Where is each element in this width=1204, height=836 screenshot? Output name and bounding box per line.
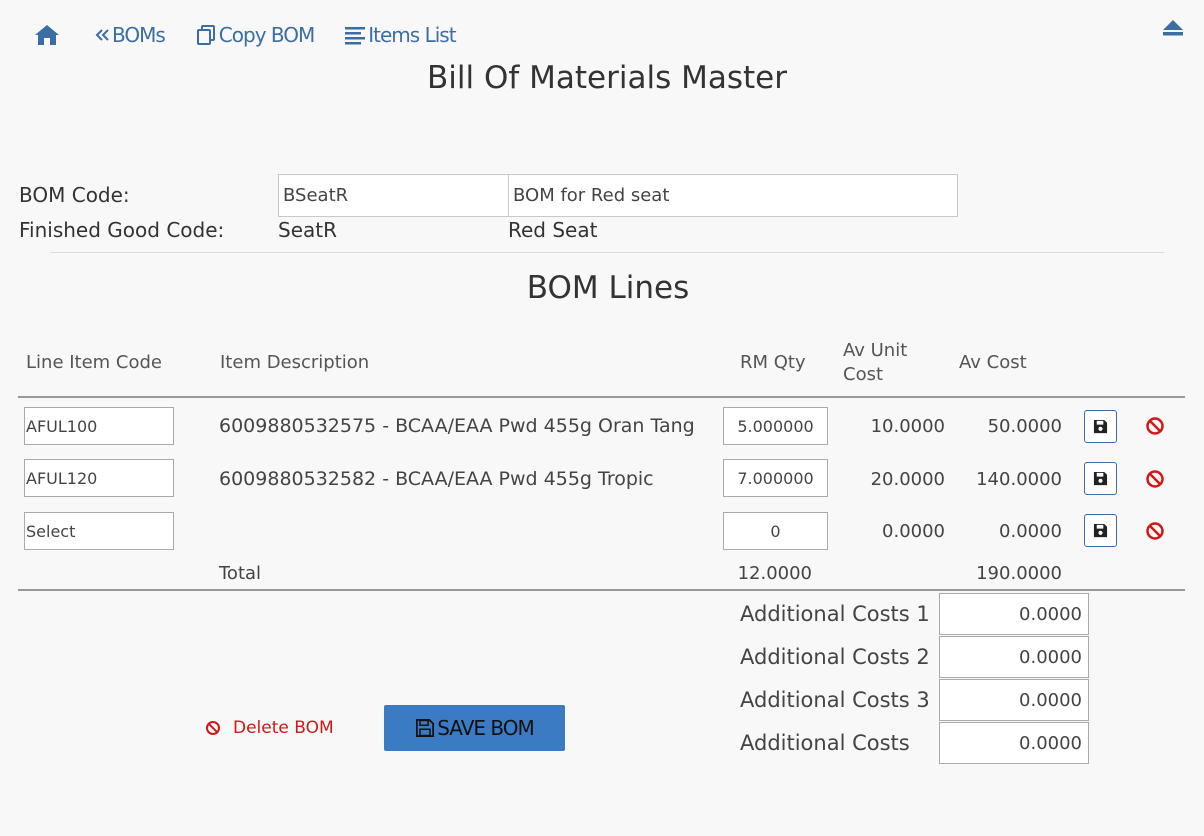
bom-code-label: BOM Code:: [19, 183, 130, 207]
col-av-unit-cost-line2: Cost: [843, 364, 884, 385]
save-line-button[interactable]: [1084, 462, 1117, 495]
additional-costs-4-label: Additional Costs: [740, 731, 910, 755]
additional-costs-3-label: Additional Costs 3: [740, 688, 930, 712]
bom-description-field[interactable]: BOM for Red seat: [508, 174, 958, 217]
delete-bom-label: Delete BOM: [233, 718, 334, 738]
eject-icon: [1163, 20, 1183, 36]
table-header-rule: [18, 396, 1185, 398]
bom-code-field[interactable]: BSeatR: [278, 174, 509, 217]
home-link[interactable]: [34, 24, 62, 46]
delete-bom-button[interactable]: Delete BOM: [205, 718, 334, 738]
floppy-disk-icon: [416, 719, 435, 737]
delete-line-button[interactable]: [1145, 521, 1165, 545]
additional-costs-4-input[interactable]: 0.0000: [939, 722, 1089, 764]
bom-lines-title: BOM Lines: [526, 270, 690, 306]
boms-link[interactable]: BOMs: [94, 23, 166, 47]
save-line-button[interactable]: [1084, 514, 1117, 547]
copy-bom-link-label: Copy BOM: [218, 23, 315, 47]
list-icon: [345, 27, 366, 45]
items-list-link-label: Items List: [368, 23, 456, 47]
rm-qty-input[interactable]: 7.000000: [723, 459, 828, 497]
total-cost: 190.0000: [976, 563, 1062, 584]
additional-costs-2-input[interactable]: 0.0000: [939, 636, 1089, 678]
finished-good-code-value: SeatR: [278, 218, 337, 242]
line-item-code-select[interactable]: Select: [24, 512, 174, 550]
finished-good-name-value: Red Seat: [508, 218, 598, 242]
ban-icon: [206, 721, 220, 735]
col-av-cost: Av Cost: [959, 352, 1027, 373]
rm-qty-input[interactable]: 5.000000: [723, 407, 828, 445]
ban-icon: [1146, 522, 1164, 540]
line-item-code-input[interactable]: AFUL100: [24, 407, 174, 445]
home-icon: [35, 25, 59, 45]
floppy-disk-icon: [1093, 419, 1108, 434]
rm-qty-input[interactable]: 0: [723, 512, 828, 550]
additional-costs-1-input[interactable]: 0.0000: [939, 593, 1089, 635]
items-list-link[interactable]: Items List: [344, 23, 457, 47]
header-divider: [50, 252, 1164, 253]
floppy-disk-icon: [1093, 471, 1108, 486]
item-description: 6009880532575 - BCAA/EAA Pwd 455g Oran T…: [219, 415, 695, 437]
save-bom-button[interactable]: SAVE BOM: [384, 705, 565, 751]
col-line-item-code: Line Item Code: [26, 352, 163, 373]
copy-bom-link[interactable]: Copy BOM: [195, 23, 315, 47]
delete-line-button[interactable]: [1145, 416, 1165, 440]
av-cost: 0.0000: [999, 521, 1062, 542]
col-rm-qty: RM Qty: [740, 352, 806, 373]
save-line-button[interactable]: [1084, 410, 1117, 443]
total-qty: 12.0000: [737, 563, 812, 584]
finished-good-code-label: Finished Good Code:: [19, 218, 225, 242]
copy-icon: [196, 25, 215, 45]
col-av-unit-cost-line1: Av Unit: [843, 340, 908, 361]
collapse-button[interactable]: [1162, 19, 1184, 41]
additional-costs-3-input[interactable]: 0.0000: [939, 679, 1089, 721]
boms-link-label: BOMs: [112, 23, 166, 47]
ban-icon: [1146, 417, 1164, 435]
av-cost: 50.0000: [987, 416, 1062, 437]
additional-costs-1-label: Additional Costs 1: [740, 602, 930, 626]
double-chevron-left-icon: [95, 29, 109, 41]
save-bom-label: SAVE BOM: [437, 716, 535, 740]
top-nav: BOMs Copy BOM Items List: [34, 20, 486, 50]
ban-icon: [1146, 470, 1164, 488]
total-label: Total: [219, 563, 262, 584]
line-item-code-input[interactable]: AFUL120: [24, 459, 174, 497]
av-cost: 140.0000: [976, 469, 1062, 490]
table-footer-rule: [18, 589, 1185, 591]
av-unit-cost: 20.0000: [870, 469, 945, 490]
additional-costs-2-label: Additional Costs 2: [740, 645, 930, 669]
col-item-description: Item Description: [220, 352, 370, 373]
item-description: 6009880532582 - BCAA/EAA Pwd 455g Tropic: [219, 468, 654, 490]
av-unit-cost: 10.0000: [870, 416, 945, 437]
floppy-disk-icon: [1093, 523, 1108, 538]
av-unit-cost: 0.0000: [882, 521, 945, 542]
delete-line-button[interactable]: [1145, 469, 1165, 493]
page-title: Bill Of Materials Master: [427, 60, 787, 96]
